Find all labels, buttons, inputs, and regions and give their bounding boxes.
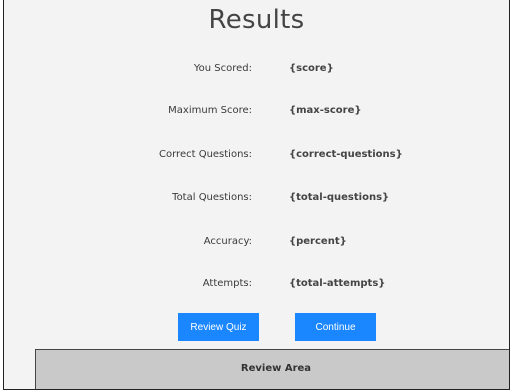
accuracy-label: Accuracy: [203, 236, 252, 247]
result-row-score: You Scored: {score} [4, 63, 509, 83]
continue-button[interactable]: Continue [295, 313, 376, 341]
result-row-total-questions: Total Questions: {total-questions} [4, 192, 509, 212]
results-panel: Results You Scored: {score} Maximum Scor… [3, 0, 510, 390]
review-area: Review Area [35, 349, 509, 389]
review-quiz-button[interactable]: Review Quiz [178, 313, 259, 341]
correct-questions-value: {correct-questions} [289, 149, 403, 160]
score-label: You Scored: [193, 63, 252, 74]
result-row-accuracy: Accuracy: {percent} [4, 236, 509, 256]
result-row-correct-questions: Correct Questions: {correct-questions} [4, 149, 509, 169]
attempts-label: Attempts: [202, 278, 252, 289]
correct-questions-label: Correct Questions: [159, 149, 252, 160]
total-questions-value: {total-questions} [289, 192, 390, 203]
total-questions-label: Total Questions: [172, 192, 252, 203]
accuracy-value: {percent} [289, 236, 347, 247]
result-row-attempts: Attempts: {total-attempts} [4, 278, 509, 298]
result-row-max-score: Maximum Score: {max-score} [4, 105, 509, 125]
attempts-value: {total-attempts} [289, 278, 386, 289]
page-title: Results [208, 5, 305, 35]
score-value: {score} [289, 63, 334, 74]
max-score-label: Maximum Score: [168, 105, 252, 116]
max-score-value: {max-score} [289, 105, 362, 116]
review-area-label: Review Area [240, 363, 312, 374]
